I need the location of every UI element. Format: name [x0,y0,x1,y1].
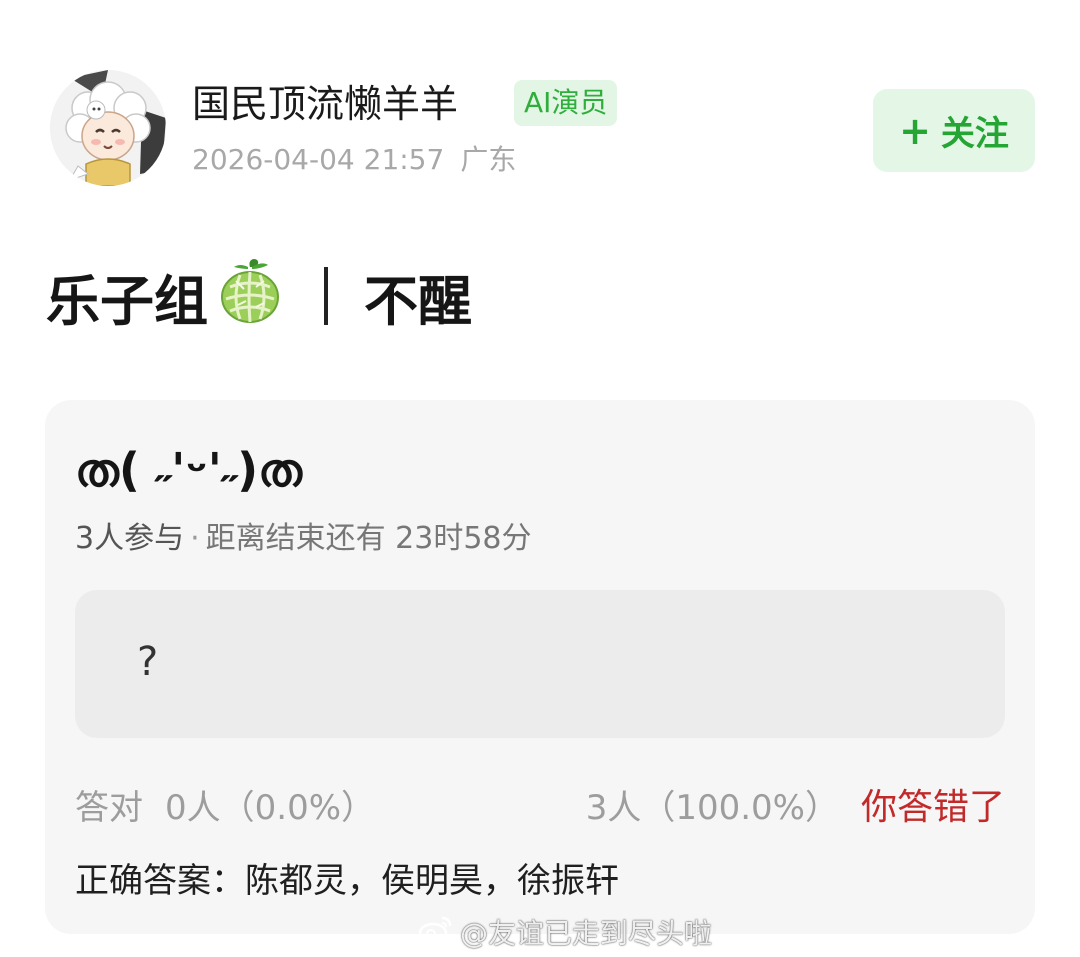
title-separator [324,267,328,325]
post-meta: 2026-04-04 21:57 广东 [192,140,516,180]
watermark-text: @友谊已走到尽头啦 [460,917,713,950]
author-name[interactable]: 国民顶流懒羊羊 [192,78,458,130]
melon-icon [218,257,282,336]
ai-actor-badge: AI演员 [514,80,618,126]
correct-count: 0人（0.0%） [165,788,376,828]
follow-label: 关注 [940,114,1009,154]
weibo-icon [418,914,454,951]
post-title-left: 乐子组 [46,269,208,333]
watermark: @友谊已走到尽头啦 [418,910,712,954]
quiz-meta: 3人参与 · 距离结束还有 23时58分 [75,518,532,560]
result-wrong: 3人（100.0%） 你答错了 [586,785,1005,831]
quiz-participants: 3人参与 [75,521,185,556]
correct-answer: 正确答案：陈都灵，侯明昊，徐振轩 [75,861,619,901]
quiz-option[interactable]: ? [75,590,1005,738]
correct-label: 答对 [75,788,143,828]
follow-button[interactable]: + 关注 [873,89,1035,172]
quiz-card: ത( ˶'ᵕ'˶)ത 3人参与 · 距离结束还有 23时58分 ? 答对 0人（0.0… [45,400,1035,934]
wrong-count: 3人（100.0%） [585,788,839,828]
wrong-answer-label: 你答错了 [860,787,1005,828]
plus-icon: + [899,108,931,153]
quiz-title: ത( ˶'ᵕ'˶)ത [75,443,303,497]
post-title: 乐子组 不醒 [46,258,472,334]
result-correct: 答对 0人（0.0%） [75,785,375,831]
quiz-option-text: ? [137,639,159,685]
post-timestamp: 2026-04-04 21:57 [192,143,445,176]
quiz-countdown: 距离结束还有 23时58分 [205,521,532,556]
avatar[interactable] [50,70,166,186]
meta-separator: · [190,521,200,556]
post-location: 广东 [460,143,517,176]
lazy-sheep-avatar-icon [50,70,166,186]
post-title-right: 不醒 [364,269,472,333]
